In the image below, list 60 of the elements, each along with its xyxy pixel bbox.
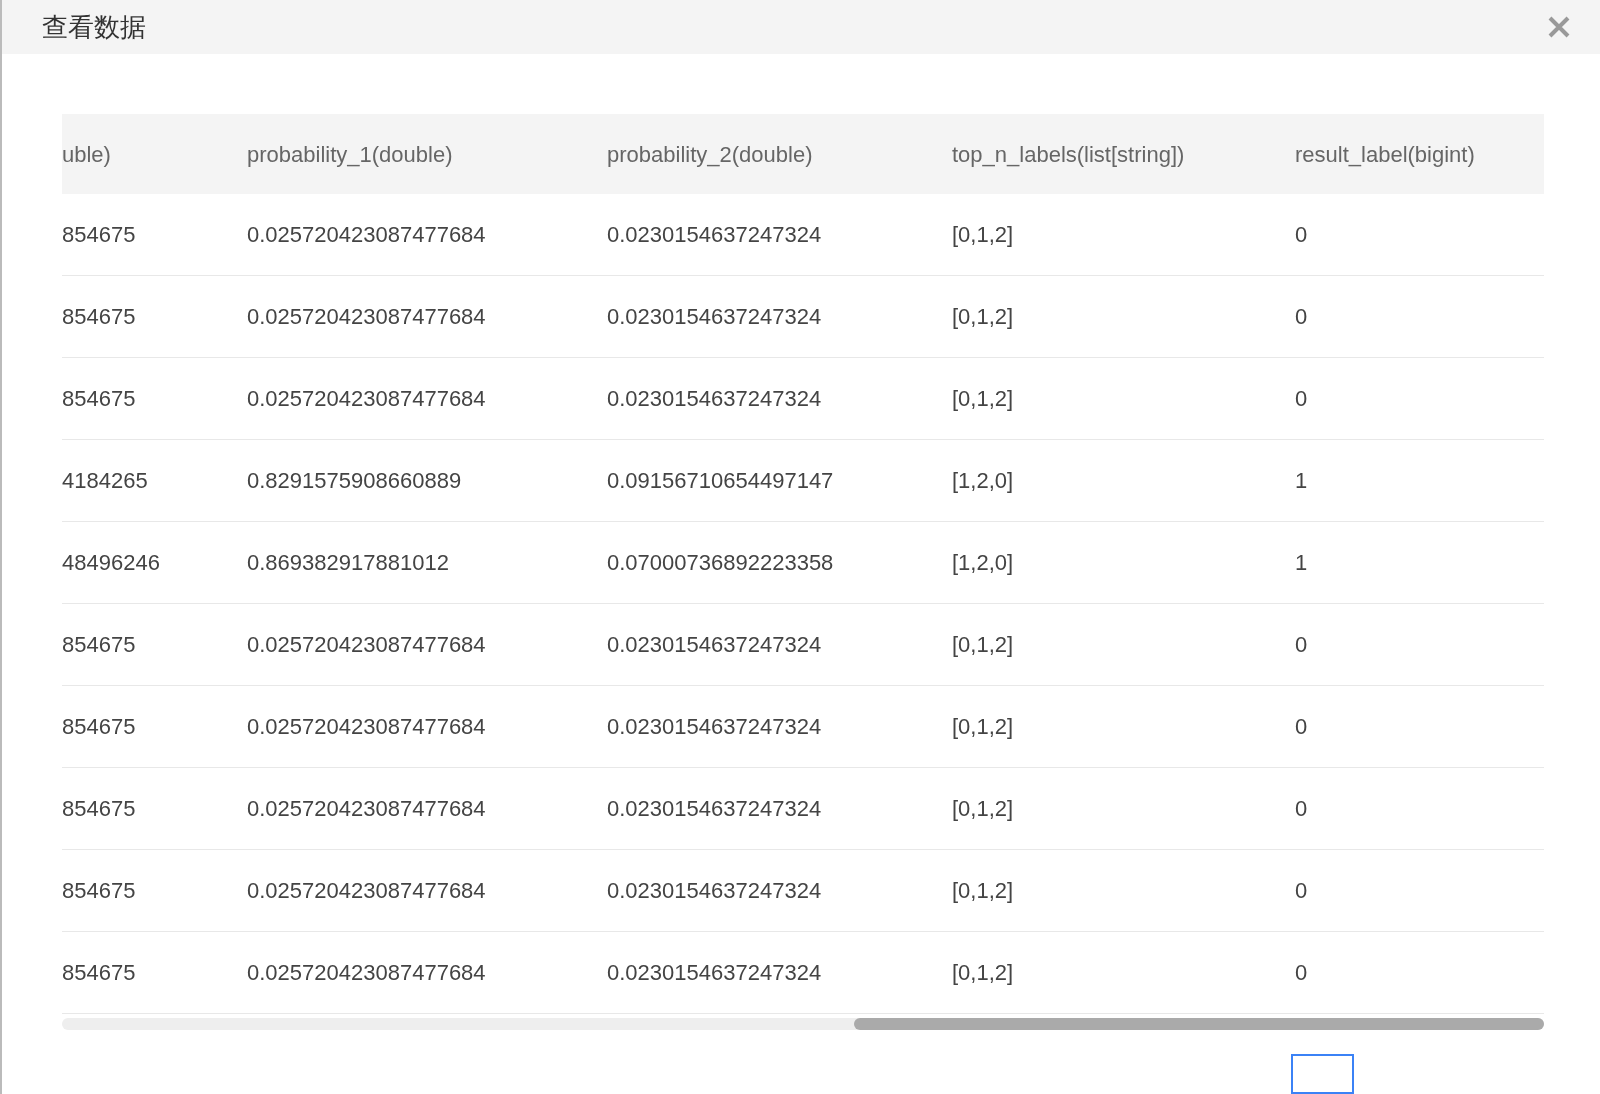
table-cell: 0 bbox=[1295, 714, 1308, 739]
table-cell: 0.025720423087477684 bbox=[247, 960, 486, 985]
table-cell: [0,1,2] bbox=[952, 632, 1014, 657]
table-cell: 0 bbox=[1295, 222, 1308, 247]
table-cell: [0,1,2] bbox=[952, 304, 1014, 329]
table-cell: [0,1,2] bbox=[952, 386, 1014, 411]
dialog-title: 查看数据 bbox=[42, 10, 146, 44]
table-cell: 854675 bbox=[62, 878, 136, 903]
table-cell: 0.869382917881012 bbox=[247, 550, 449, 575]
table-cell: 0.0230154637247324 bbox=[607, 222, 822, 247]
table-cell: 0.025720423087477684 bbox=[247, 878, 486, 903]
table-cell: 0.025720423087477684 bbox=[247, 222, 486, 247]
table-cell: [0,1,2] bbox=[952, 960, 1014, 985]
table-cell: 854675 bbox=[62, 632, 136, 657]
table-cell: [0,1,2] bbox=[952, 222, 1014, 247]
table-cell: 0.025720423087477684 bbox=[247, 632, 486, 657]
table-cell: 0.025720423087477684 bbox=[247, 386, 486, 411]
table-cell: 48496246 bbox=[62, 550, 160, 575]
table-cell: [1,2,0] bbox=[952, 550, 1014, 575]
table-cell: 854675 bbox=[62, 222, 136, 247]
table-cell: 0.025720423087477684 bbox=[247, 714, 486, 739]
table-cell: 0 bbox=[1295, 632, 1308, 657]
table-cell: 854675 bbox=[62, 960, 136, 985]
column-header: probability_1(double) bbox=[247, 141, 453, 167]
table-cell: 0.0230154637247324 bbox=[607, 878, 822, 903]
column-header: result_label(bigint) bbox=[1295, 141, 1475, 167]
table-cell: [1,2,0] bbox=[952, 468, 1014, 493]
table-cell: 0.0230154637247324 bbox=[607, 386, 822, 411]
table-cell: 0.0230154637247324 bbox=[607, 796, 822, 821]
table-cell: [0,1,2] bbox=[952, 796, 1014, 821]
table-cell: 0.025720423087477684 bbox=[247, 304, 486, 329]
table-cell: 854675 bbox=[62, 304, 136, 329]
table-cell: 854675 bbox=[62, 796, 136, 821]
table-cell: [0,1,2] bbox=[952, 714, 1014, 739]
table-cell: 854675 bbox=[62, 386, 136, 411]
scrollbar-thumb[interactable] bbox=[854, 1018, 1544, 1030]
table-cell: 0.0230154637247324 bbox=[607, 304, 822, 329]
table-cell: 4184265 bbox=[62, 468, 148, 493]
table-cell: 0 bbox=[1295, 304, 1308, 329]
table-cell: 0 bbox=[1295, 386, 1308, 411]
table-cell: 1 bbox=[1295, 468, 1308, 493]
column-header: probability_2(double) bbox=[607, 141, 813, 167]
table-cell: 0.8291575908660889 bbox=[247, 468, 462, 493]
column-header: uble) bbox=[62, 141, 111, 167]
column-header: top_n_labels(list[string]) bbox=[952, 141, 1185, 167]
table-cell: 0 bbox=[1295, 796, 1308, 821]
table-cell: 854675 bbox=[62, 714, 136, 739]
table-cell: 0 bbox=[1295, 878, 1308, 903]
table-cell: 0 bbox=[1295, 960, 1308, 985]
table-cell: 0.0230154637247324 bbox=[607, 960, 822, 985]
close-icon bbox=[1547, 15, 1571, 39]
table-cell: 1 bbox=[1295, 550, 1308, 575]
table-cell: 0.07000736892223358 bbox=[607, 550, 834, 575]
scrollbar-track[interactable] bbox=[62, 1018, 1544, 1030]
table-cell: 0.09156710654497147 bbox=[607, 468, 834, 493]
table-cell: 0.0230154637247324 bbox=[607, 714, 822, 739]
pagination-item[interactable] bbox=[1291, 1054, 1354, 1094]
table-cell: 0.025720423087477684 bbox=[247, 796, 486, 821]
table-cell: 0.0230154637247324 bbox=[607, 632, 822, 657]
table-cell: [0,1,2] bbox=[952, 878, 1014, 903]
